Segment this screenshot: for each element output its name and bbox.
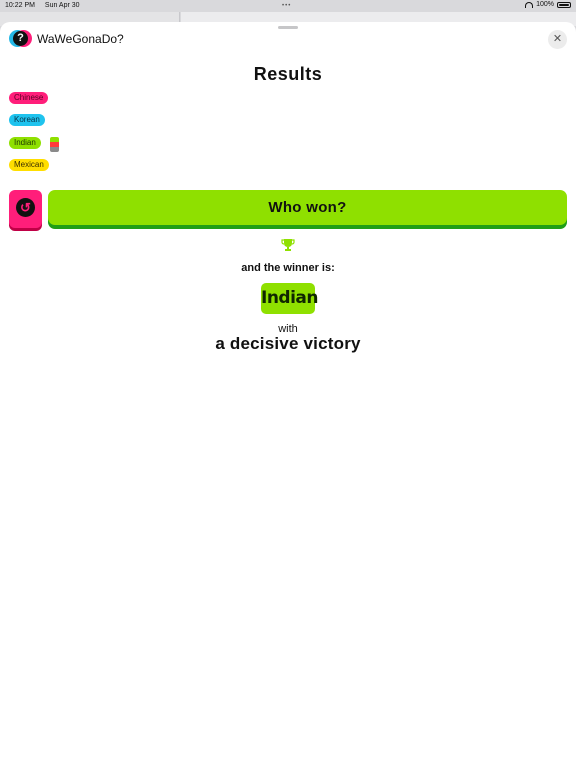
modal-sheet: ? WaWeGonaDo? ✕ Results Chinese Korean I… bbox=[0, 22, 576, 768]
winner-chip: Indian bbox=[261, 283, 319, 314]
close-icon: ✕ bbox=[552, 33, 563, 45]
option-chip-indian: Indian bbox=[9, 137, 41, 149]
sheet-grabber[interactable] bbox=[278, 26, 298, 29]
victory-margin: a decisive victory bbox=[215, 334, 361, 353]
who-won-button[interactable]: Who won? bbox=[48, 190, 567, 225]
results-title: Results bbox=[253, 64, 323, 84]
app-logo: ? bbox=[9, 30, 32, 47]
status-bar: 10:22 PM Sun Apr 30 ••• 100% bbox=[0, 0, 576, 12]
status-time: 10:22 PM bbox=[5, 2, 35, 9]
undo-arrow-icon: ↺ bbox=[16, 198, 35, 217]
vote-stack-indian bbox=[50, 137, 59, 152]
battery-percent: 100% bbox=[536, 1, 554, 8]
trophy-icon bbox=[281, 239, 295, 251]
option-chip-korean: Korean bbox=[9, 114, 45, 126]
status-date: Sun Apr 30 bbox=[44, 2, 80, 9]
close-button[interactable]: ✕ bbox=[548, 30, 567, 49]
wifi-icon bbox=[525, 1, 534, 8]
app-title: WaWeGonaDo? bbox=[37, 32, 124, 46]
option-chip-chinese: Chinese bbox=[9, 92, 49, 104]
vote-bar bbox=[50, 147, 59, 152]
battery-icon bbox=[557, 1, 571, 8]
multitasking-dots-icon[interactable]: ••• bbox=[282, 3, 291, 9]
winner-intro: and the winner is: bbox=[241, 262, 335, 274]
status-left: 10:22 PM Sun Apr 30 bbox=[5, 2, 88, 9]
option-chip-mexican: Mexican bbox=[9, 159, 49, 171]
status-right: 100% bbox=[525, 1, 571, 8]
undo-button[interactable]: ↺ bbox=[9, 190, 42, 228]
